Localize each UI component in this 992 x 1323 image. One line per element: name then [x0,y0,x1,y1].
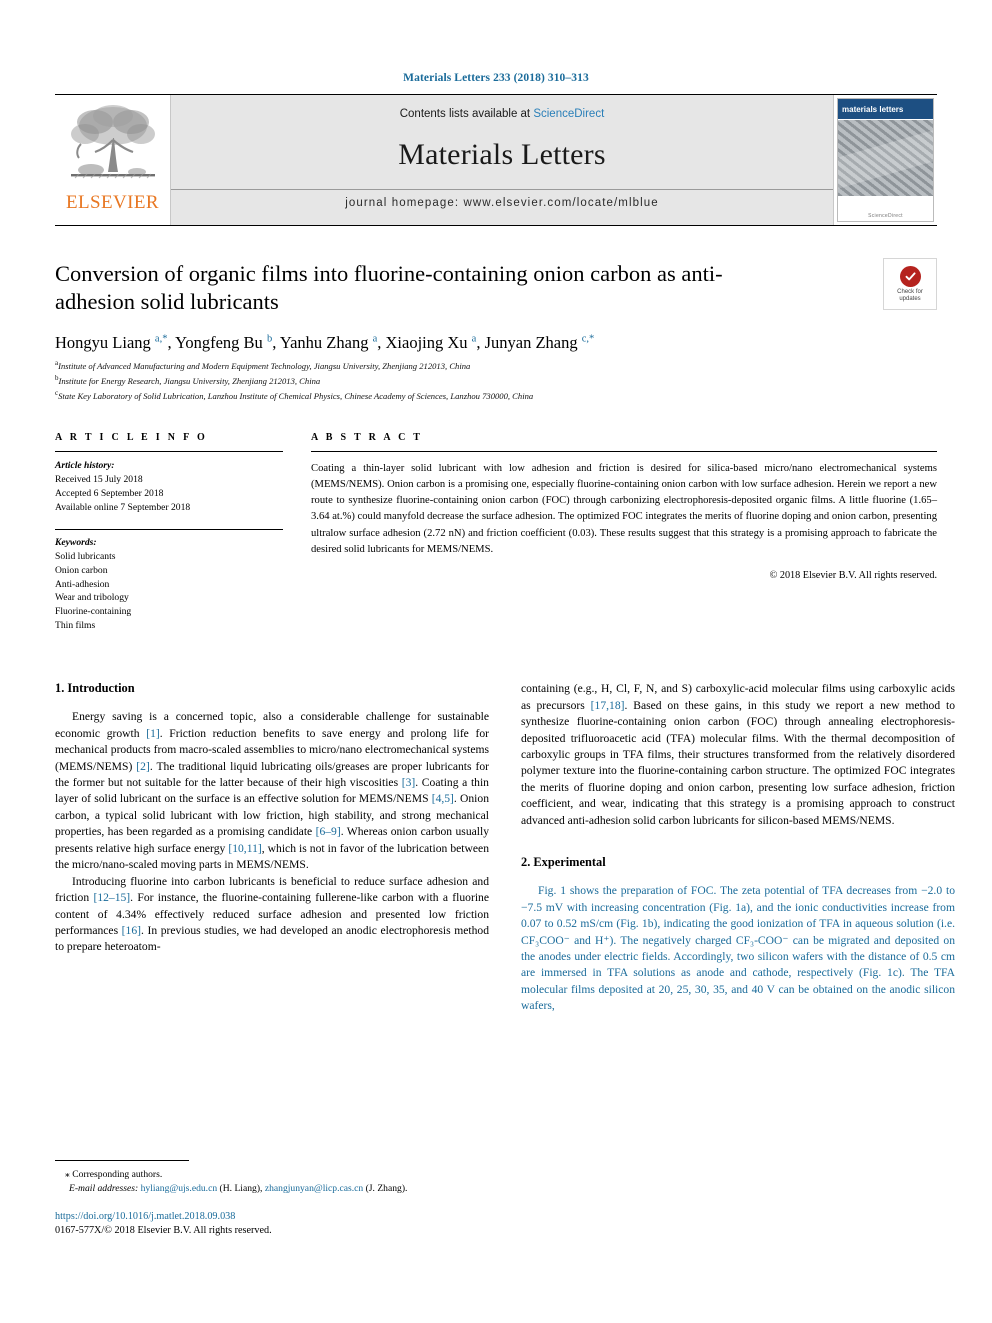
masthead-divider [171,189,833,190]
abstract-heading: A B S T R A C T [311,432,423,444]
citation-link[interactable]: [1] [146,727,160,740]
elsevier-logo: ELSEVIER [55,95,171,225]
title-block: Conversion of organic films into fluorin… [55,258,937,318]
citation-link[interactable]: Fig. 1 [620,917,647,930]
abstract-copyright: © 2018 Elsevier B.V. All rights reserved… [769,569,937,581]
citation-link[interactable]: [10,11] [228,842,261,855]
keywords-label: Keywords: [55,536,97,548]
keyword-item: Solid lubricants [55,550,116,562]
paper-page: Materials Letters 233 (2018) 310–313 ELS… [0,0,992,1323]
footnote-block: ⁎ Corresponding authors. E-mail addresse… [55,1160,489,1238]
masthead-center: Contents lists available at ScienceDirec… [171,95,833,225]
crossmark-badge[interactable]: Check for updates [883,258,937,310]
citation-link[interactable]: [12–15] [93,891,130,904]
affiliation-text-c: State Key Laboratory of Solid Lubricatio… [58,390,534,401]
running-head: Materials Letters 233 (2018) 310–313 [403,72,589,84]
citation-link[interactable]: [16] [122,924,141,937]
history-received: Received 15 July 2018 [55,474,143,486]
journal-title: Materials Letters [398,138,606,171]
citation-link[interactable]: [3] [402,776,416,789]
body-column-right: containing (e.g., H, Cl, F, N, and S) ca… [521,681,955,1015]
corresponding-authors-note: ⁎ Corresponding authors. E-mail addresse… [55,1168,489,1195]
sciencedirect-link[interactable]: ScienceDirect [533,108,604,120]
cover-inner: materials letters ScienceDirect [837,98,934,222]
cover-title: materials letters [838,99,933,120]
email-label: E-mail addresses: [69,1182,139,1194]
abstract-text: Coating a thin-layer solid lubricant wit… [311,463,937,555]
citation-link[interactable]: [2] [136,760,150,773]
keyword-item: Onion carbon [55,564,108,576]
affiliation-c: cState Key Laboratory of Solid Lubricati… [55,388,937,403]
check-icon [905,272,916,280]
email-link-1[interactable]: hyliang@ujs.edu.cn [141,1183,218,1194]
cover-footer: ScienceDirect [838,197,933,221]
info-abstract-row: A R T I C L E I N F O Article history: R… [55,432,937,633]
citation-link[interactable]: [6–9] [316,825,341,838]
email-who-1: (H. Liang), [219,1182,263,1194]
keyword-item: Fluorine-containing [55,606,132,618]
crossmark-icon [899,265,921,287]
elsevier-tree-icon [70,105,155,179]
section-heading-introduction: 1. Introduction [55,681,135,696]
keyword-item: Anti-adhesion [55,578,110,590]
citation-link[interactable]: [17,18] [591,699,625,712]
intro-paragraph-2: Introducing fluorine into carbon lubrica… [55,874,489,954]
email-who-2: (J. Zhang). [365,1182,408,1194]
abstract-column: A B S T R A C T Coating a thin-layer sol… [311,432,937,633]
contents-prefix: Contents lists available at [399,108,534,120]
section-heading-experimental: 2. Experimental [521,855,606,870]
history-online: Available online 7 September 2018 [55,501,191,513]
page-title: Conversion of organic films into fluorin… [55,261,723,315]
citation-link[interactable]: Fig. 1 [713,901,741,914]
intro-paragraph-3: containing (e.g., H, Cl, F, N, and S) ca… [521,682,956,827]
issn-copyright-line: 0167-577X/© 2018 Elsevier B.V. All right… [55,1225,272,1237]
article-info-heading: A R T I C L E I N F O [55,432,208,444]
citation-link[interactable]: Fig. 1 [538,884,566,897]
contents-list-line: Contents lists available at ScienceDirec… [400,108,605,120]
abstract-divider [311,451,937,453]
info-divider-2 [55,528,283,530]
journal-homepage-link[interactable]: journal homepage: www.elsevier.com/locat… [345,197,659,209]
crossmark-line2: updates [899,295,921,302]
doi-link[interactable]: https://doi.org/10.1016/j.matlet.2018.09… [55,1210,489,1224]
article-info-column: A R T I C L E I N F O Article history: R… [55,432,283,633]
cover-image [838,119,933,197]
article-history-label: Article history: [55,460,115,472]
journal-cover-thumbnail: materials letters ScienceDirect [833,95,937,225]
article-history: Article history: Received 15 July 2018 A… [55,459,283,515]
keyword-item: Wear and tribology [55,592,129,604]
elsevier-wordmark: ELSEVIER [66,192,159,213]
journal-masthead: ELSEVIER Contents lists available at Sci… [55,94,937,226]
corresponding-line: ⁎ Corresponding authors. [65,1169,163,1180]
body-columns: 1. Introduction Energy saving is a conce… [55,681,955,1015]
author-list: Hongyu Liang a,*, Yongfeng Bu b, Yanhu Z… [55,333,595,352]
crossmark-line1: Check for [897,288,923,295]
intro-paragraph-1: Energy saving is a concerned topic, also… [55,710,489,872]
doi-block: https://doi.org/10.1016/j.matlet.2018.09… [55,1210,489,1238]
info-divider-1 [55,451,283,453]
keywords-block: Keywords: Solid lubricants Onion carbon … [55,536,283,633]
affiliation-b: bInstitute for Energy Research, Jiangsu … [55,373,937,388]
email-line: E-mail addresses: hyliang@ujs.edu.cn (H.… [55,1182,489,1196]
experimental-paragraph-1: Fig. 1 shows the preparation of FOC. The… [521,883,955,1015]
affiliation-text-b: Institute for Energy Research, Jiangsu U… [58,375,321,386]
footnote-rule [55,1160,189,1161]
affiliations: aInstitute of Advanced Manufacturing and… [55,358,937,402]
affiliation-a: aInstitute of Advanced Manufacturing and… [55,358,937,373]
citation-link[interactable]: [4,5] [432,792,454,805]
citation-link[interactable]: Fig. 1 [863,966,893,979]
body-column-left: 1. Introduction Energy saving is a conce… [55,681,489,1015]
history-accepted: Accepted 6 September 2018 [55,487,164,499]
affiliation-text-a: Institute of Advanced Manufacturing and … [58,361,471,372]
email-link-2[interactable]: zhangjunyan@licp.cas.cn [265,1183,363,1194]
keyword-item: Thin films [55,620,96,632]
